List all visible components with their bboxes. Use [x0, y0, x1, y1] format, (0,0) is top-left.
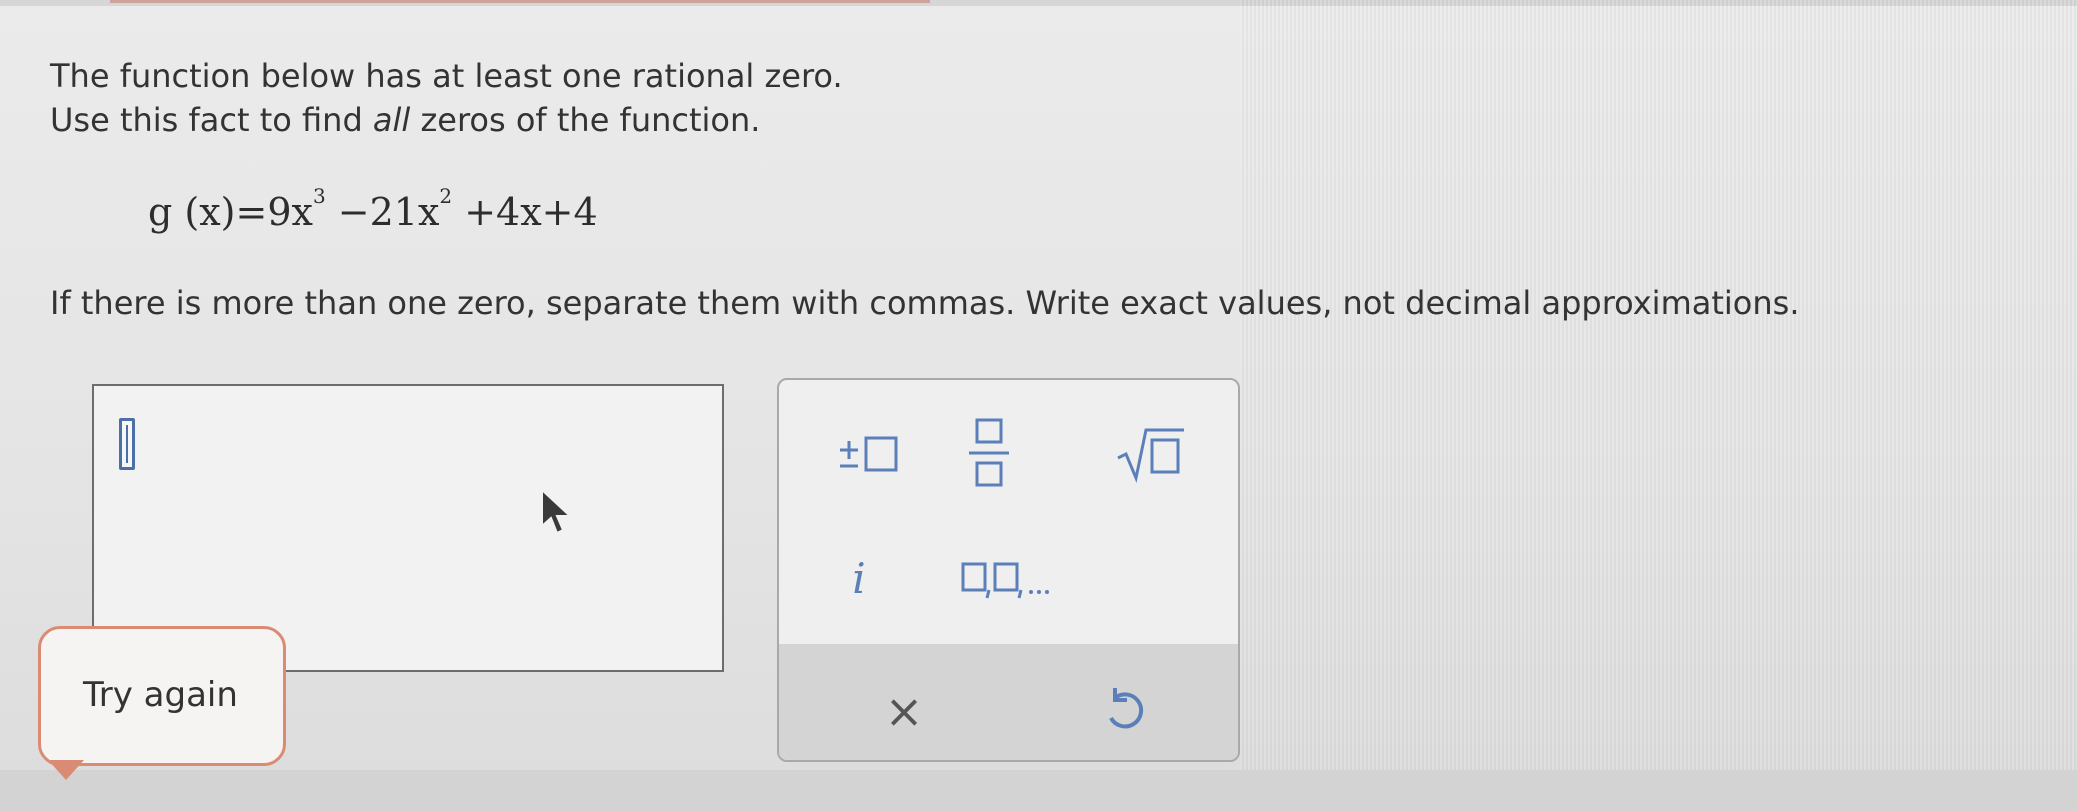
- formula-exponent-2: 2: [439, 184, 453, 209]
- list-icon: [961, 562, 1049, 599]
- clear-button[interactable]: ×: [879, 684, 929, 738]
- question-emphasis-all: all: [372, 101, 411, 139]
- formula-lhs: g (x): [148, 190, 236, 234]
- square-root-icon: [1117, 428, 1184, 484]
- formula-exponent-3: 3: [312, 184, 326, 209]
- page-bottom-edge: [0, 770, 2077, 811]
- input-caret: [119, 418, 135, 470]
- instruction-text: If there is more than one zero, separate…: [50, 284, 1800, 322]
- top-accent-bar: [110, 0, 930, 3]
- plus-minus-button[interactable]: [834, 428, 904, 480]
- formula-term-3: +4x+4: [452, 190, 598, 234]
- question-line-2-start: Use this fact to find: [50, 101, 373, 139]
- question-line-1: The function below has at least one rati…: [50, 57, 843, 95]
- fraction-button[interactable]: [959, 416, 1019, 490]
- plus-minus-icon: [840, 436, 898, 472]
- undo-button[interactable]: [1099, 684, 1153, 738]
- math-keypad: i ×: [777, 378, 1240, 762]
- background-texture: [1240, 0, 2077, 811]
- function-formula: g (x)=9x3 −21x2 +4x+4: [148, 184, 598, 234]
- formula-term-1: 9x: [267, 190, 313, 234]
- formula-term-2: −21x: [325, 190, 440, 234]
- list-button[interactable]: [959, 556, 1059, 600]
- fraction-icon: [969, 418, 1009, 487]
- formula-equals: =: [235, 190, 268, 234]
- imaginary-unit-button[interactable]: i: [839, 550, 879, 606]
- try-again-feedback: Try again: [38, 626, 286, 766]
- try-again-label: Try again: [83, 675, 238, 715]
- undo-icon: [1109, 688, 1144, 729]
- mouse-pointer-icon: [541, 488, 573, 535]
- question-line-2: Use this fact to find all zeros of the f…: [50, 100, 760, 140]
- question-line-2-end: zeros of the function.: [410, 101, 761, 139]
- square-root-button[interactable]: [1114, 424, 1186, 484]
- keypad-action-bar: ×: [779, 644, 1238, 760]
- feedback-pointer-tail: [48, 760, 84, 780]
